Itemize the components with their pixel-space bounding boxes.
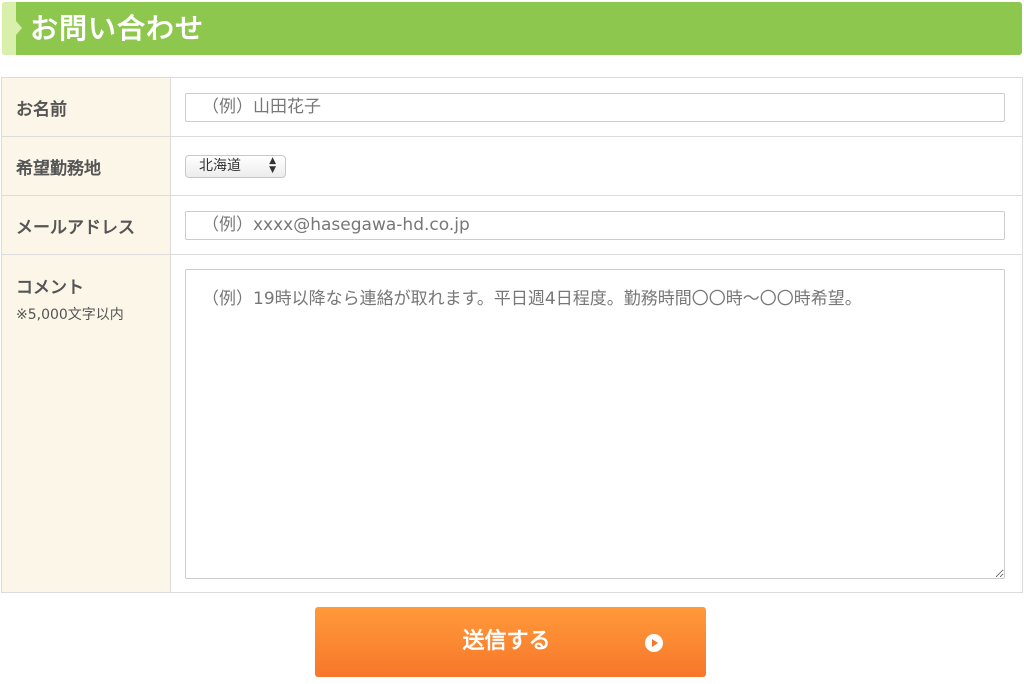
form-row-location: 希望勤務地 北海道 ▲ ▼ <box>2 137 1022 196</box>
page-heading: お問い合わせ <box>2 2 1022 55</box>
comment-textarea[interactable] <box>185 269 1005 579</box>
location-select[interactable]: 北海道 ▲ ▼ <box>185 154 286 178</box>
email-input[interactable] <box>185 210 1005 240</box>
form-row-email: メールアドレス <box>2 196 1022 255</box>
email-label: メールアドレス <box>2 196 171 254</box>
comment-label-cell: コメント ※5,000文字以内 <box>2 255 171 592</box>
comment-label: コメント <box>16 278 84 298</box>
email-field-cell <box>171 196 1022 254</box>
select-arrows-icon: ▲ ▼ <box>269 155 276 175</box>
contact-form: お名前 希望勤務地 北海道 ▲▼ メールアドレス コメント ※5,000文字以内 <box>1 77 1023 593</box>
name-label: お名前 <box>2 78 171 136</box>
page-title: お問い合わせ <box>30 12 205 45</box>
comment-limit-note: ※5,000文字以内 <box>16 307 124 323</box>
name-input[interactable] <box>185 92 1005 122</box>
submit-button[interactable]: 送信する <box>315 607 706 677</box>
form-row-comment: コメント ※5,000文字以内 <box>2 255 1022 592</box>
location-select-value: 北海道 <box>199 157 241 174</box>
comment-field-cell <box>171 255 1022 592</box>
name-field-cell <box>171 78 1022 136</box>
form-row-name: お名前 <box>2 78 1022 137</box>
heading-accent-bar <box>2 2 16 55</box>
location-label: 希望勤務地 <box>2 137 171 195</box>
play-circle-icon <box>645 634 663 652</box>
heading-notch <box>16 21 22 35</box>
location-field-cell: 北海道 ▲ ▼ <box>171 137 1022 195</box>
